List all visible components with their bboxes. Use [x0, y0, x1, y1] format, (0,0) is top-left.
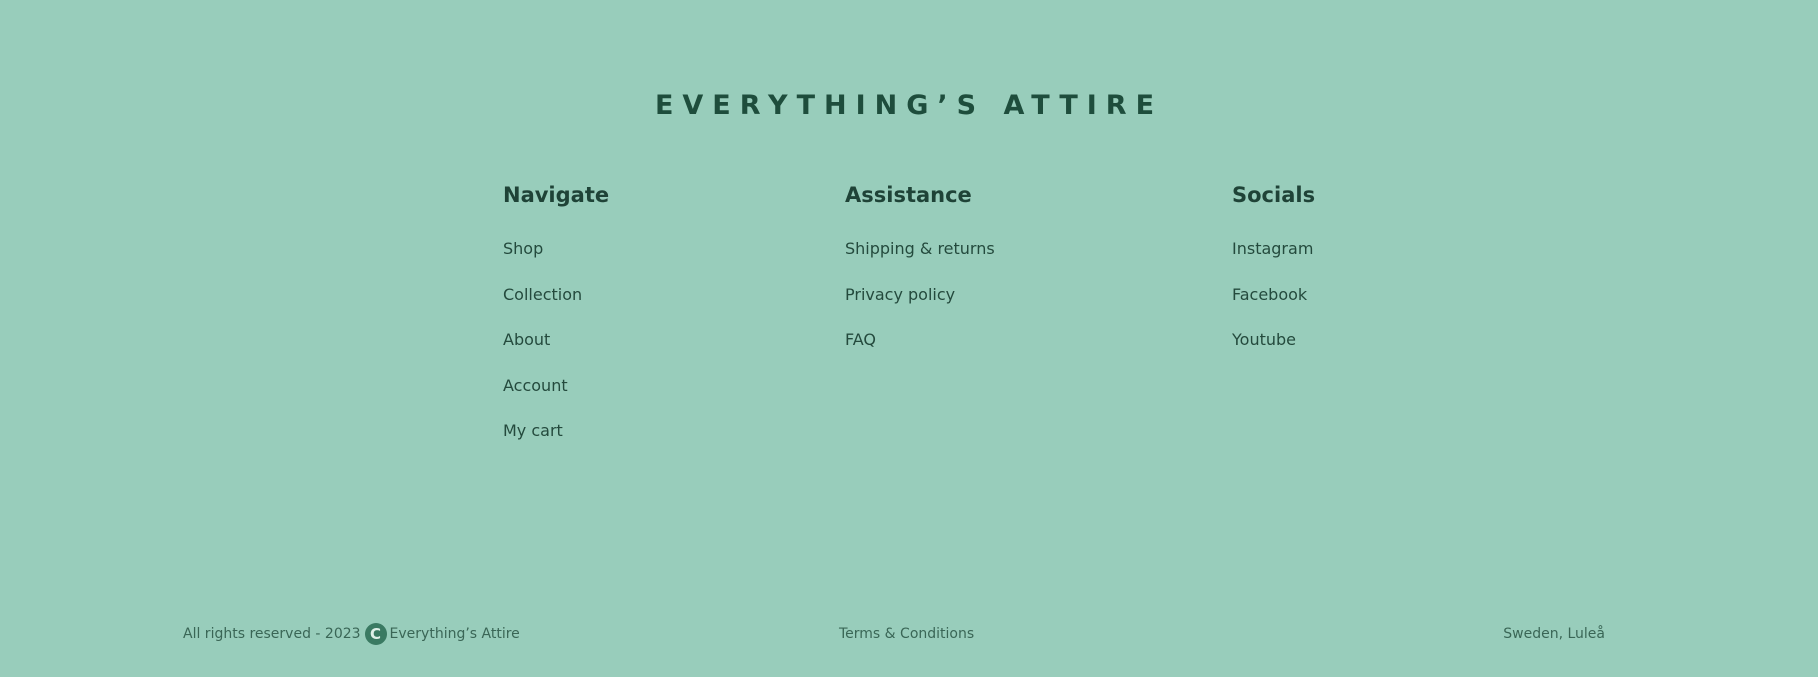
social-link-instagram[interactable]: Instagram — [1232, 226, 1315, 272]
rights-text: All rights reserved - 2023 — [183, 626, 361, 642]
location-text: Sweden, Luleå — [1503, 626, 1605, 642]
social-link-facebook[interactable]: Facebook — [1232, 272, 1315, 318]
nav-link-shop[interactable]: Shop — [503, 226, 609, 272]
brand-title: EVERYTHING’S ATTIRE — [654, 90, 1164, 121]
socials-list: Instagram Facebook Youtube — [1232, 226, 1315, 363]
copyright-icon: C — [364, 623, 387, 645]
social-link-youtube[interactable]: Youtube — [1232, 317, 1315, 363]
assistance-link-privacy-policy[interactable]: Privacy policy — [845, 272, 995, 318]
copyright-notice: All rights reserved - 2023 C Everything’… — [183, 622, 520, 646]
assistance-link-faq[interactable]: FAQ — [845, 317, 995, 363]
socials-heading: Socials — [1232, 183, 1316, 207]
assistance-column: Assistance Shipping & returns Privacy po… — [845, 178, 995, 363]
nav-link-account[interactable]: Account — [503, 363, 609, 409]
nav-link-about[interactable]: About — [503, 317, 609, 363]
terms-link[interactable]: Terms & Conditions — [839, 622, 974, 646]
company-name: Everything’s Attire — [389, 626, 520, 642]
assistance-link-shipping-returns[interactable]: Shipping & returns — [845, 226, 995, 272]
socials-column: Socials Instagram Facebook Youtube — [1232, 178, 1315, 363]
footer-bottom-bar: All rights reserved - 2023 C Everything’… — [0, 622, 1818, 646]
assistance-list: Shipping & returns Privacy policy FAQ — [845, 226, 995, 363]
navigate-list: Shop Collection About Account My cart — [503, 226, 609, 454]
navigate-heading: Navigate — [503, 183, 610, 207]
nav-link-my-cart[interactable]: My cart — [503, 408, 609, 454]
assistance-heading: Assistance — [845, 183, 972, 207]
nav-link-collection[interactable]: Collection — [503, 272, 609, 318]
navigate-column: Navigate Shop Collection About Account M… — [503, 178, 609, 454]
